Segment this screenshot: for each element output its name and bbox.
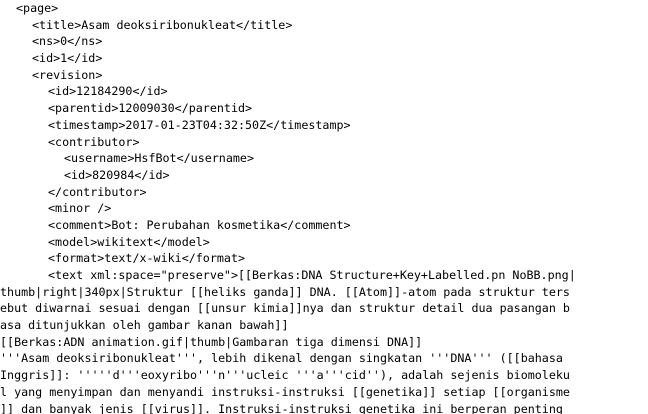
xml-line: <minor /> (48, 201, 112, 216)
xml-line: <parentid>12009030</parentid> (48, 101, 253, 116)
xml-line: <format>text/x-wiki</format> (48, 251, 246, 266)
xml-line: <ns>0</ns> (32, 34, 103, 49)
wikitext-line: ebut diwarnai sesuai dengan [[unsur kimi… (0, 301, 570, 316)
xml-line: <timestamp>2017-01-23T04:32:50Z</timesta… (48, 117, 351, 132)
xml-line: <id>12184290</id> (48, 84, 168, 99)
wikitext-line: Inggris]]: '''''d'''eoxyribo'''n'''uclei… (0, 368, 570, 383)
xml-line: <contributor> (48, 134, 140, 149)
wikitext-line: asa ditunjukkan oleh gambar kanan bawah]… (0, 318, 289, 333)
xml-line: <id>820984</id> (64, 167, 170, 182)
xml-dump-viewer: <page> <title>Asam deoksiribonukleat</ti… (0, 0, 648, 414)
wikitext-line: thumb|right|340px|Struktur [[heliks gand… (0, 284, 570, 299)
xml-line: <comment>Bot: Perubahan kosmetika</comme… (48, 217, 351, 232)
wikitext-line: [[Berkas:ADN animation.gif|thumb|Gambara… (0, 334, 423, 349)
xml-line: <text xml:space="preserve">[[Berkas:DNA … (48, 268, 576, 282)
xml-line: <revision> (32, 67, 103, 82)
xml-line: <page> (16, 1, 59, 15)
xml-line: <id>1</id> (32, 51, 103, 66)
xml-line: <username>HsfBot</username> (64, 151, 254, 166)
wikitext-line: ]] dan banyak jenis [[virus]]. Instruksi… (0, 401, 563, 414)
wikitext-line: '''Asam deoksiribonukleat''', lebih dike… (0, 351, 563, 366)
xml-line: <title>Asam deoksiribonukleat</title> (32, 17, 293, 32)
wikitext-line: l yang menyimpan dan menyandi instruksi-… (0, 384, 570, 399)
xml-line: <model>wikitext</model> (48, 234, 210, 249)
xml-line: </contributor> (48, 184, 147, 199)
